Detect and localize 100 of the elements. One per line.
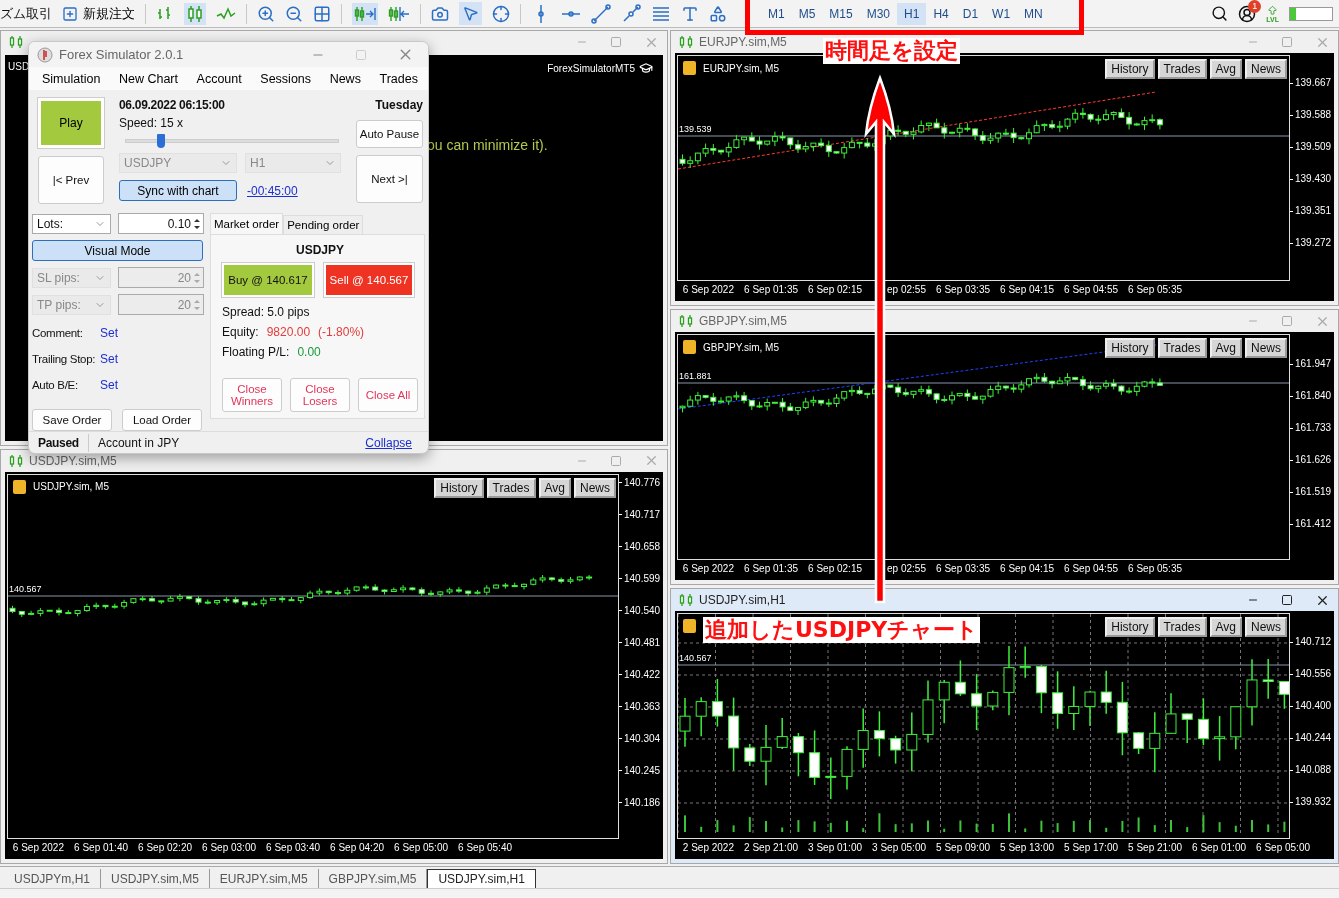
chart-button[interactable]: News [1245,617,1287,637]
dropdown[interactable]: Lots: [32,213,111,234]
price-axis-label: 139.588 [1290,109,1334,121]
time-axis-label: 6 Sep 04:20 [329,841,385,855]
order-tab[interactable]: Market order [210,213,284,235]
notification-badge: 1 [1248,0,1262,13]
load-order-button[interactable]: Load Order [122,409,202,432]
next-button[interactable]: Next >| [356,155,423,204]
menu-item[interactable]: New Chart [118,71,178,86]
time-axis-label: 6 Sep 2022 [681,283,735,297]
time-axis-label: 5 Sep 13:00 [999,841,1055,855]
sell-button[interactable]: Sell @ 140.567 [324,263,414,298]
time-axis-label: 6 Sep 02:15 [807,283,863,297]
price-axis-label: 140.400 [1290,700,1334,712]
timeframe-button[interactable]: H4 [926,2,956,25]
chart-button[interactable]: Avg [1209,617,1242,637]
menu-item[interactable]: Sessions [260,71,312,86]
time-axis-label: 6 Sep 04:55 [1063,562,1119,576]
price-axis-label: 161.519 [1290,486,1334,498]
time-axis-label: 6 Sep 05:35 [1127,562,1183,576]
chart-button[interactable]: History [1105,338,1155,358]
current-price-label: 139.539 [679,124,712,134]
close-button[interactable]: Close All [358,378,418,413]
timeframe-button[interactable]: M1 [761,2,792,25]
price-axis-label: 140.422 [619,668,663,681]
equity-change: (-1.80%) [318,325,365,340]
set-link[interactable]: Set [100,352,204,367]
timeframe-button[interactable]: M30 [859,2,898,25]
chart-button[interactable]: News [1245,59,1287,79]
chart-button[interactable]: Avg [538,477,571,498]
collapse-link[interactable]: Collapse [365,435,412,450]
chart-button[interactable]: News [1245,338,1287,358]
time-axis-label: 6 Sep 05:35 [1127,283,1183,297]
price-axis-label: 140.363 [619,700,663,713]
time-axis-label: ep 02:55 [886,562,927,576]
set-link[interactable]: Set [100,378,204,393]
account-label: Account in JPY [97,435,180,450]
chart-button[interactable]: History [434,477,484,498]
timeframe-button[interactable]: W1 [985,2,1018,25]
floating-pl-value: 0.00 [297,345,321,360]
price-axis-label: 140.599 [619,572,663,585]
menu-item[interactable]: Simulation [42,71,101,86]
play-button[interactable]: Play [38,98,104,149]
menu-item[interactable]: News [329,71,361,86]
symbol-title: USDJPY [295,243,345,258]
dropdown: H1 [245,153,341,174]
current-price-label: 161.881 [679,371,712,381]
chart-button[interactable]: Avg [1209,338,1242,358]
price-axis-label: 161.733 [1290,422,1334,434]
auto-pause-button[interactable]: Auto Pause [356,120,423,149]
timeframe-button[interactable]: D1 [955,2,986,25]
speed-label: Speed: 15 x [119,116,185,131]
price-axis-label: 139.351 [1290,205,1334,217]
sync-button[interactable]: Sync with chart [119,180,237,202]
time-axis-label: 6 Sep 01:40 [73,841,129,855]
chart-symbol-label: GBPJPY.sim, M5 [703,341,779,353]
chart-button[interactable]: Avg [1209,59,1242,79]
save-order-button[interactable]: Save Order [32,409,112,432]
price-axis-label: 139.430 [1290,173,1334,185]
visual-mode-button[interactable]: Visual Mode [32,240,203,262]
algo-trading-button[interactable]: ズム取引 [0,4,52,23]
menu-item[interactable]: Account [196,71,242,86]
chart-button[interactable]: News [574,477,616,498]
chart-tab[interactable]: USDJPY.sim,H1 [427,869,536,888]
timeframe-button[interactable]: M15 [822,2,860,25]
time-axis-label: 6 Sep 2022 [681,562,735,576]
chart-button[interactable]: History [1105,617,1155,637]
number-field[interactable]: 0.10 [118,213,204,235]
time-axis-label: 6 Sep 04:15 [999,562,1055,576]
time-axis-label: 6 Sep 02:20 [137,841,193,855]
close-button[interactable]: Close Losers [290,378,350,413]
order-tab[interactable]: Pending order [283,215,364,235]
price-axis-label: 140.245 [619,764,663,777]
new-order-button[interactable]: 新規注文 [62,4,135,23]
chart-button[interactable]: History [1105,59,1155,79]
timeframe-button[interactable]: MN [1017,2,1050,25]
chart-button[interactable]: Trades [1157,59,1207,79]
chart-button[interactable]: Trades [486,477,536,498]
time-axis-label: 6 Sep 01:35 [743,283,799,297]
timeframe-button[interactable]: M5 [791,2,823,25]
chart-symbol-label: USDJPY.sim, M5 [33,481,109,492]
time-axis-label: 3 Sep 05:00 [871,841,927,855]
set-link[interactable]: Set [100,326,204,341]
price-axis-label: 161.840 [1290,390,1334,402]
buy-button[interactable]: Buy @ 140.617 [222,263,314,298]
status-label: Paused [38,435,79,450]
chart-button[interactable]: Trades [1157,338,1207,358]
timeframe-button[interactable]: H1 [897,2,927,25]
window-title: EURJPY.sim,M5 [699,35,787,49]
time-axis-label: 5 Sep 21:00 [1127,841,1183,855]
chart-button[interactable]: Trades [1157,617,1207,637]
close-button[interactable]: Close Winners [222,378,282,413]
price-axis-label: 140.186 [619,796,663,809]
time-axis-label: 3 Sep 01:00 [807,841,863,855]
prev-button[interactable]: |< Prev [38,156,104,205]
menu-item[interactable]: Trades [379,71,418,86]
time-offset-link[interactable]: -00:45:00 [247,183,298,198]
time-axis-label: 6 Sep 03:00 [201,841,257,855]
equity-value: 9820.00 [266,325,311,340]
weekday-label: Tuesday [374,98,423,113]
